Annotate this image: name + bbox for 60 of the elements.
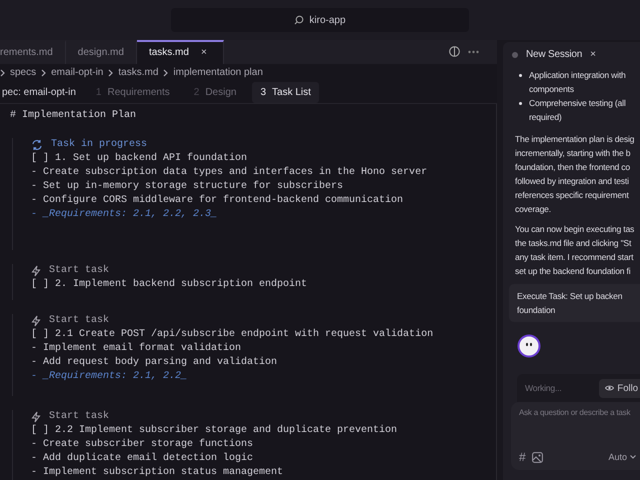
task-action-link[interactable]: Start task — [49, 410, 110, 424]
breadcrumb-item[interactable]: implementation plan — [173, 67, 263, 78]
lightning-icon — [31, 265, 41, 277]
eye-icon — [605, 385, 614, 391]
chevron-icon — [108, 68, 114, 77]
chevron-down-icon — [630, 455, 636, 459]
task-detail-line: - Set up in-memory storage structure for subscribers — [31, 180, 344, 194]
search-text: kiro-app — [309, 14, 346, 26]
bullet-text: Comprehensive testing (all required) — [529, 97, 627, 124]
breadcrumb-item[interactable]: email-opt-in — [51, 67, 104, 78]
task-action-link[interactable]: Start task — [49, 314, 110, 328]
task-detail-line: - Add duplicate email detection logic — [31, 452, 254, 466]
breadcrumb-item[interactable]: specs — [10, 67, 36, 78]
task-detail-line: - Implement subscription status management — [31, 466, 284, 480]
search-field[interactable]: kiro-app — [171, 8, 469, 32]
image-icon[interactable] — [532, 452, 543, 462]
command-message: Execute Task: Set up backen foundation — [509, 284, 640, 322]
context-button[interactable]: # — [519, 450, 526, 464]
requirements-line: - _Requirements: 2.1, 2.2_ — [31, 370, 188, 384]
chat-paragraph: The implementation plan is desig incrementally, starting with the b foundation, then the frontend co followed by integration and testi references specific requirement coverage. — [515, 133, 636, 216]
bullet-icon — [519, 74, 522, 77]
lightning-icon — [31, 411, 41, 423]
task-line: [ ] 2.1 Create POST /api/subscribe endpoint with request validation — [31, 328, 434, 342]
close-icon[interactable]: × — [200, 47, 207, 58]
working-status: Working... — [525, 382, 562, 395]
task-line: [ ] 2. Implement backend subscription endpoint — [31, 278, 308, 292]
task-line: [ ] 1. Set up backend API foundation — [31, 152, 248, 166]
chevron-icon — [163, 68, 168, 77]
bullet-text: Application integration with components — [529, 69, 627, 96]
breadcrumb-item[interactable]: tasks.md — [118, 67, 158, 78]
task-action-link[interactable]: Start task — [49, 264, 110, 278]
task-detail-line: - Configure CORS middleware for frontend-backend communication — [31, 194, 404, 208]
chevron-icon — [41, 68, 46, 77]
status-dot-icon — [512, 52, 518, 58]
bullet-icon — [519, 102, 522, 105]
search-icon — [294, 15, 304, 25]
split-editor-icon[interactable] — [449, 46, 460, 58]
file-tab[interactable]: tasks.md × — [136, 40, 224, 64]
file-tab[interactable]: rements.md — [0, 40, 66, 64]
requirements-line: - _Requirements: 2.1, 2.2, 2.3_ — [31, 208, 218, 222]
session-tab[interactable]: New Session — [526, 48, 582, 62]
spec-label: pec: email-opt-in — [2, 87, 76, 98]
task-detail-line: - Add request body parsing and validation — [31, 356, 278, 370]
follow-button[interactable]: Follo — [599, 378, 640, 398]
sync-icon — [31, 139, 43, 151]
mode-dropdown[interactable]: Auto — [608, 452, 640, 462]
markdown-heading: # Implementation Plan — [10, 108, 138, 123]
task-action-link[interactable]: Task in progress — [51, 138, 148, 152]
lightning-icon — [31, 315, 41, 327]
chat-paragraph: You can now begin executing tas the tasks.md file and clicking "St any task item. I recommend start set up the backend foundation fi — [515, 223, 636, 278]
task-line: [ ] 2.2 Implement subscriber storage and duplicate prevention — [31, 424, 398, 438]
step-tab[interactable]: 3 Task List — [252, 82, 319, 103]
chat-input[interactable]: Ask a question or describe a task — [519, 408, 637, 417]
ghost-avatar-icon — [517, 334, 541, 358]
task-detail-line: - Implement email format validation — [31, 342, 242, 356]
task-detail-line: - Create subscriber storage functions — [31, 438, 254, 452]
task-detail-line: - Create subscription data types and interfaces in the Hono server — [31, 166, 428, 180]
more-icon[interactable] — [468, 50, 479, 54]
close-icon[interactable]: × — [590, 48, 596, 62]
chevron-icon — [0, 68, 5, 77]
